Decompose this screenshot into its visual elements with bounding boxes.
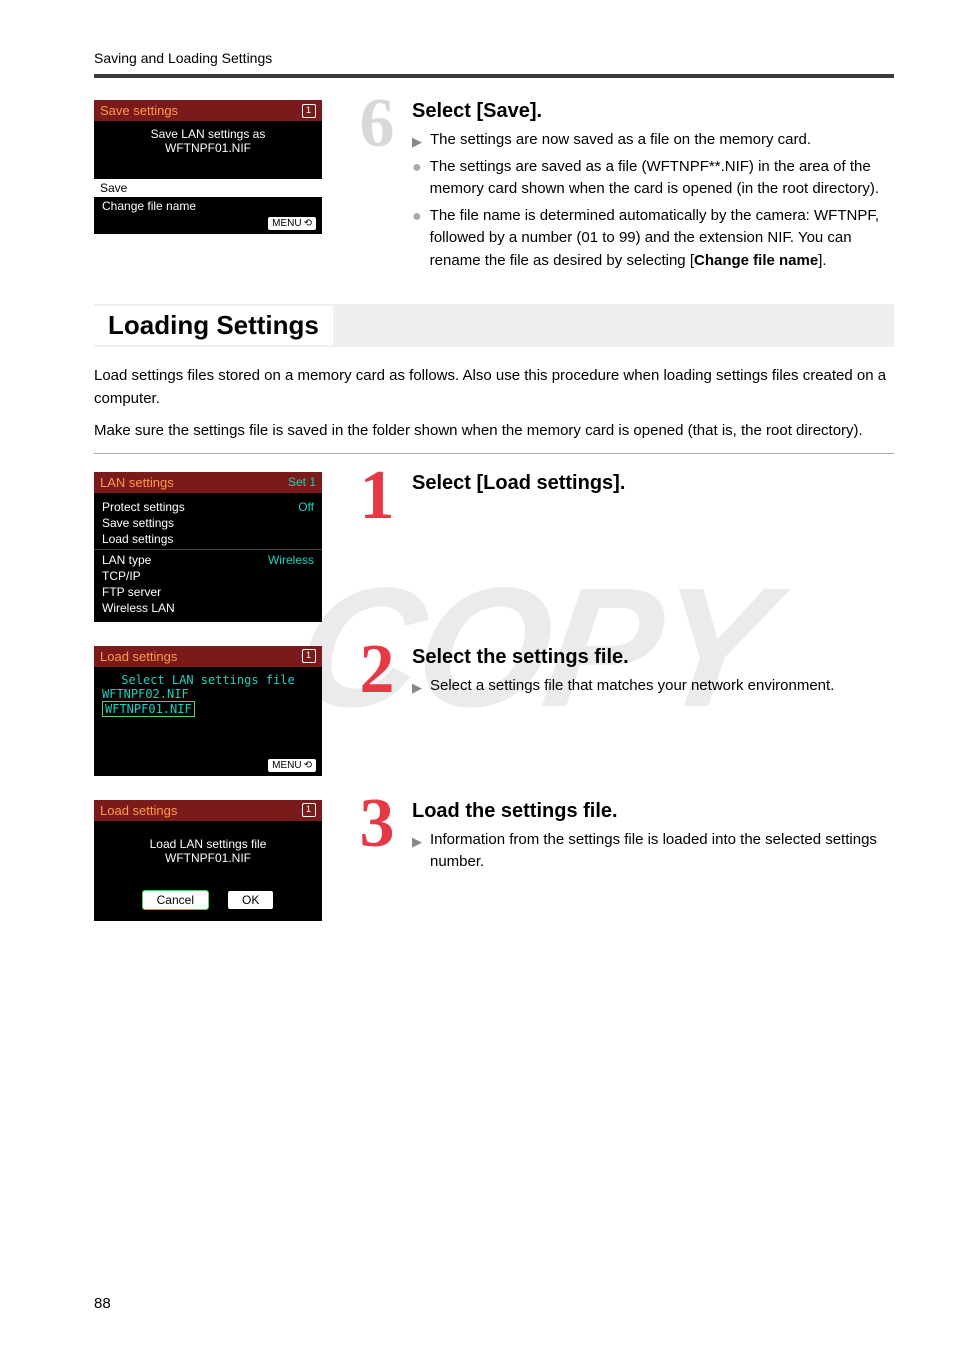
arrow-icon: ▶ (412, 832, 422, 877)
divider (94, 453, 894, 454)
arrow-icon: ▶ (412, 678, 422, 701)
step-item: ▶ Information from the settings file is … (412, 829, 894, 874)
lcd-lan-settings: LAN settings Set 1 Protect settingsOff S… (94, 472, 322, 622)
step-3: Load settings Load LAN settings file WFT… (94, 800, 894, 921)
step-2: Load settings Select LAN settings file W… (94, 646, 894, 776)
card-icon (302, 104, 316, 118)
lcd-divider (94, 549, 322, 550)
lcd-title: Save settings (100, 103, 178, 118)
lcd-load-select: Load settings Select LAN settings file W… (94, 646, 322, 776)
step-title: Select [Load settings]. (412, 472, 894, 495)
header-rule (94, 74, 894, 78)
lcd-save-settings: Save settings Save LAN settings as WFTNP… (94, 100, 322, 234)
lcd-row: LAN typeWireless (102, 552, 314, 568)
lcd-row: TCP/IP (102, 568, 314, 584)
step-item-text: Information from the settings file is lo… (430, 829, 894, 874)
bullet-icon: ● (412, 156, 422, 201)
step-6: Save settings Save LAN settings as WFTNP… (94, 100, 894, 276)
lcd-title: Load settings (100, 649, 177, 664)
step-item: ▶ The settings are now saved as a file o… (412, 129, 894, 152)
lcd-text: WFTNPF01.NIF (102, 851, 314, 865)
lcd-subtitle: Select LAN settings file (102, 673, 314, 687)
lcd-row: Save settings (102, 515, 314, 531)
step-item: ● The file name is determined automatica… (412, 205, 894, 273)
arrow-icon: ▶ (412, 132, 422, 155)
lcd-row: Load settings (102, 531, 314, 547)
step-title: Load the settings file. (412, 800, 894, 823)
lcd-file: WFTNPF02.NIF (102, 687, 314, 701)
lcd-title: Load settings (100, 803, 177, 818)
lcd-load-confirm: Load settings Load LAN settings file WFT… (94, 800, 322, 921)
lcd-set-label: Set 1 (288, 475, 316, 489)
step-number: 6 (360, 92, 395, 155)
lcd-option-save: Save (94, 179, 322, 197)
section-bar: Loading Settings (94, 304, 894, 347)
lcd-text: Save LAN settings as (102, 127, 314, 141)
step-number: 3 (360, 792, 395, 855)
lcd-row: FTP server (102, 584, 314, 600)
step-1: LAN settings Set 1 Protect settingsOff S… (94, 472, 894, 622)
section-heading: Loading Settings (94, 306, 333, 345)
bullet-icon: ● (412, 205, 422, 273)
step-item: ▶ Select a settings file that matches yo… (412, 675, 894, 698)
step-title: Select the settings file. (412, 646, 894, 669)
lcd-ok-button: OK (228, 891, 273, 909)
step-item-text: Select a settings file that matches your… (430, 675, 834, 698)
lcd-row: Wireless LAN (102, 600, 314, 616)
step-item-text: The settings are saved as a file (WFTNPF… (430, 156, 894, 201)
page-number: 88 (94, 1295, 111, 1312)
lcd-cancel-button: Cancel (143, 891, 208, 909)
lcd-option-change: Change file name (102, 199, 314, 213)
step-number: 2 (360, 638, 395, 701)
step-item-text: The settings are now saved as a file on … (430, 129, 811, 152)
card-icon (302, 649, 316, 663)
step-number: 1 (360, 464, 395, 527)
lcd-row: Protect settingsOff (102, 499, 314, 515)
menu-return-icon: MENU ⟲ (268, 217, 316, 230)
page-header-breadcrumb: Saving and Loading Settings (94, 50, 894, 66)
intro-text: Load settings files stored on a memory c… (94, 365, 894, 410)
lcd-file-selected: WFTNPF01.NIF (102, 701, 195, 717)
step-title: Select [Save]. (412, 100, 894, 123)
menu-return-icon: MENU ⟲ (268, 759, 316, 772)
lcd-text: Load LAN settings file (102, 837, 314, 851)
card-icon (302, 803, 316, 817)
lcd-title: LAN settings (100, 475, 174, 490)
lcd-text: WFTNPF01.NIF (102, 141, 314, 155)
intro-text: Make sure the settings file is saved in … (94, 420, 894, 443)
step-item-text: The file name is determined automaticall… (430, 205, 894, 273)
step-item: ● The settings are saved as a file (WFTN… (412, 156, 894, 201)
